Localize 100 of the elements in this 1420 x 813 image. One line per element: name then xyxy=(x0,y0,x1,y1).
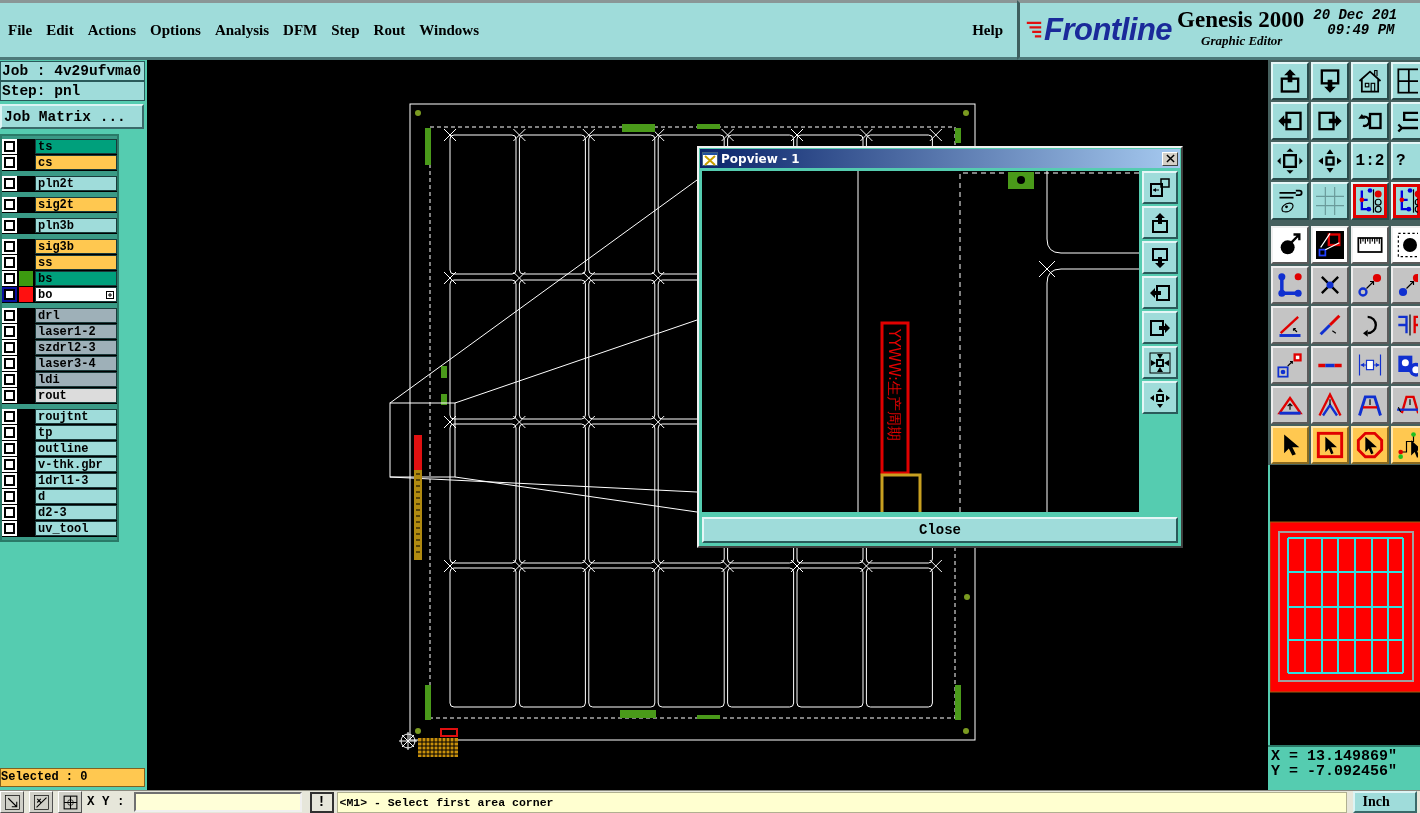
squares-arrow-button[interactable] xyxy=(1271,346,1309,384)
layer-name[interactable]: ldi xyxy=(35,372,117,387)
layer-name[interactable]: drl xyxy=(35,308,117,323)
menu-item[interactable]: File xyxy=(1,21,40,39)
close-button[interactable] xyxy=(1162,151,1178,166)
help-menu[interactable]: Help xyxy=(965,21,1010,39)
job-matrix-button[interactable]: Job Matrix ... xyxy=(0,104,144,129)
box-arrow-left-button[interactable] xyxy=(1142,276,1178,309)
expand-arrows-icon xyxy=(1276,147,1304,175)
xy-input-field[interactable] xyxy=(133,792,302,812)
tools-button[interactable] xyxy=(1271,182,1309,220)
time-text: 09:49 PM xyxy=(1326,23,1396,38)
ring-arrow-dot-button[interactable] xyxy=(1351,266,1389,304)
table-grid-button[interactable] xyxy=(1391,62,1420,100)
menu-item[interactable]: Analysis xyxy=(207,21,277,39)
zoom-fit-button[interactable] xyxy=(1142,346,1178,379)
trapezoid-arrows-button[interactable] xyxy=(1391,386,1420,424)
menu-item[interactable]: DFM xyxy=(276,21,325,39)
pad-mark-icon xyxy=(955,128,961,143)
layer-name[interactable]: sig2t xyxy=(35,197,117,212)
zoom-ratio-button[interactable]: 1:2 xyxy=(1351,142,1389,180)
circuit-button[interactable] xyxy=(1391,182,1420,220)
diagonal-arrow-button[interactable] xyxy=(0,791,24,813)
xy-label: X Y : xyxy=(87,795,125,809)
circuit-button[interactable] xyxy=(1351,182,1389,220)
layer-name[interactable]: uv_tool xyxy=(35,521,117,536)
marking-text: YYWW:生产周期 xyxy=(885,329,903,442)
menu-item[interactable]: Rout xyxy=(366,21,413,39)
cursor-path-button[interactable] xyxy=(1391,426,1420,464)
cross-dot-button[interactable] xyxy=(1311,266,1349,304)
layer-name[interactable]: 1drl1-3 xyxy=(35,473,117,488)
layer-name[interactable]: bo xyxy=(35,287,117,302)
box-arrow-left-button[interactable] xyxy=(1271,102,1309,140)
undo-box-button[interactable] xyxy=(1351,102,1389,140)
layer-checkbox[interactable] xyxy=(2,287,17,302)
layer-name[interactable]: pln3b xyxy=(35,218,117,233)
box-arrow-down-button[interactable] xyxy=(1142,241,1178,274)
box-arrow-up-button[interactable] xyxy=(1271,62,1309,100)
box-arrow-down-button[interactable] xyxy=(1311,62,1349,100)
chevron-button[interactable] xyxy=(1311,386,1349,424)
layer-name[interactable]: outline xyxy=(35,441,117,456)
box-arrow-up-button[interactable] xyxy=(1142,206,1178,239)
cursor-button[interactable] xyxy=(1271,426,1309,464)
connected-dots-button[interactable] xyxy=(1271,266,1309,304)
help-button[interactable]: ? xyxy=(1391,142,1420,180)
layer-name[interactable]: d2-3 xyxy=(35,505,117,520)
cursor-octagon-button[interactable] xyxy=(1351,426,1389,464)
slash-cross-button[interactable] xyxy=(29,791,53,813)
cross-mark-icon xyxy=(582,128,596,142)
units-button[interactable]: Inch xyxy=(1352,791,1417,813)
circle-arrow-button[interactable] xyxy=(1271,226,1309,264)
layer-name[interactable]: ts xyxy=(35,139,117,154)
layer-name[interactable]: sig3b xyxy=(35,239,117,254)
triangle-button[interactable] xyxy=(1271,386,1309,424)
fiducial-dot-icon xyxy=(964,594,970,600)
angle-line-button[interactable] xyxy=(1271,306,1309,344)
menu-item[interactable]: Options xyxy=(143,21,208,39)
grid-button[interactable] xyxy=(1311,182,1349,220)
menu-item[interactable]: Edit xyxy=(39,21,81,39)
box-arrow-right-button[interactable] xyxy=(1142,311,1178,344)
curved-arrow-button[interactable] xyxy=(1351,306,1389,344)
expand-arrows-button[interactable] xyxy=(1271,142,1309,180)
dimension-button[interactable] xyxy=(1351,346,1389,384)
layer-name[interactable]: bs xyxy=(35,271,117,286)
layer-name[interactable]: pln2t xyxy=(35,176,117,191)
x-coordinate: X = 13.149869" xyxy=(1271,749,1399,764)
move-arrows-button[interactable] xyxy=(1142,381,1178,414)
close-button[interactable]: Close xyxy=(702,517,1178,543)
box-arrow-right-button[interactable] xyxy=(1311,102,1349,140)
house-button[interactable] xyxy=(1351,62,1389,100)
dot-arrow-dot-button[interactable] xyxy=(1391,266,1420,304)
layer-name[interactable]: tp xyxy=(35,425,117,440)
hatched-block xyxy=(417,737,459,758)
layer-name[interactable]: cs xyxy=(35,155,117,170)
layer-name[interactable]: v-thk.gbr xyxy=(35,457,117,472)
cursor-square-button[interactable] xyxy=(1311,426,1349,464)
menu-item[interactable]: Actions xyxy=(80,21,143,39)
mirror-shapes-button[interactable] xyxy=(1391,306,1420,344)
trapezoid-button[interactable] xyxy=(1351,386,1389,424)
line-segment-button[interactable] xyxy=(1311,346,1349,384)
menu-item[interactable]: Windows xyxy=(412,21,486,39)
menu-item[interactable]: Step xyxy=(324,21,367,39)
layer-name[interactable]: laser3-4 xyxy=(35,356,117,371)
zigzag-line-button[interactable] xyxy=(1391,102,1420,140)
block-shapes-button[interactable] xyxy=(1391,346,1420,384)
layer-name[interactable]: roujtnt xyxy=(35,409,117,424)
squares-diagonal-button[interactable] xyxy=(1311,226,1349,264)
move-arrows-button[interactable] xyxy=(1311,142,1349,180)
layer-name[interactable]: d xyxy=(35,489,117,504)
grid-target-button[interactable] xyxy=(58,791,82,813)
popout-button[interactable] xyxy=(1142,171,1178,204)
layer-name[interactable]: laser1-2 xyxy=(35,324,117,339)
ruler-button[interactable] xyxy=(1351,226,1389,264)
exec-button[interactable]: ! xyxy=(309,791,334,813)
layer-name[interactable]: rout xyxy=(35,388,117,403)
layer-name[interactable]: ss xyxy=(35,255,117,270)
dot-dashed-square-button[interactable] xyxy=(1391,226,1420,264)
diagonal-line-button[interactable] xyxy=(1311,306,1349,344)
layer-name[interactable]: szdrl2-3 xyxy=(35,340,117,355)
cross-mark-icon xyxy=(443,271,457,285)
